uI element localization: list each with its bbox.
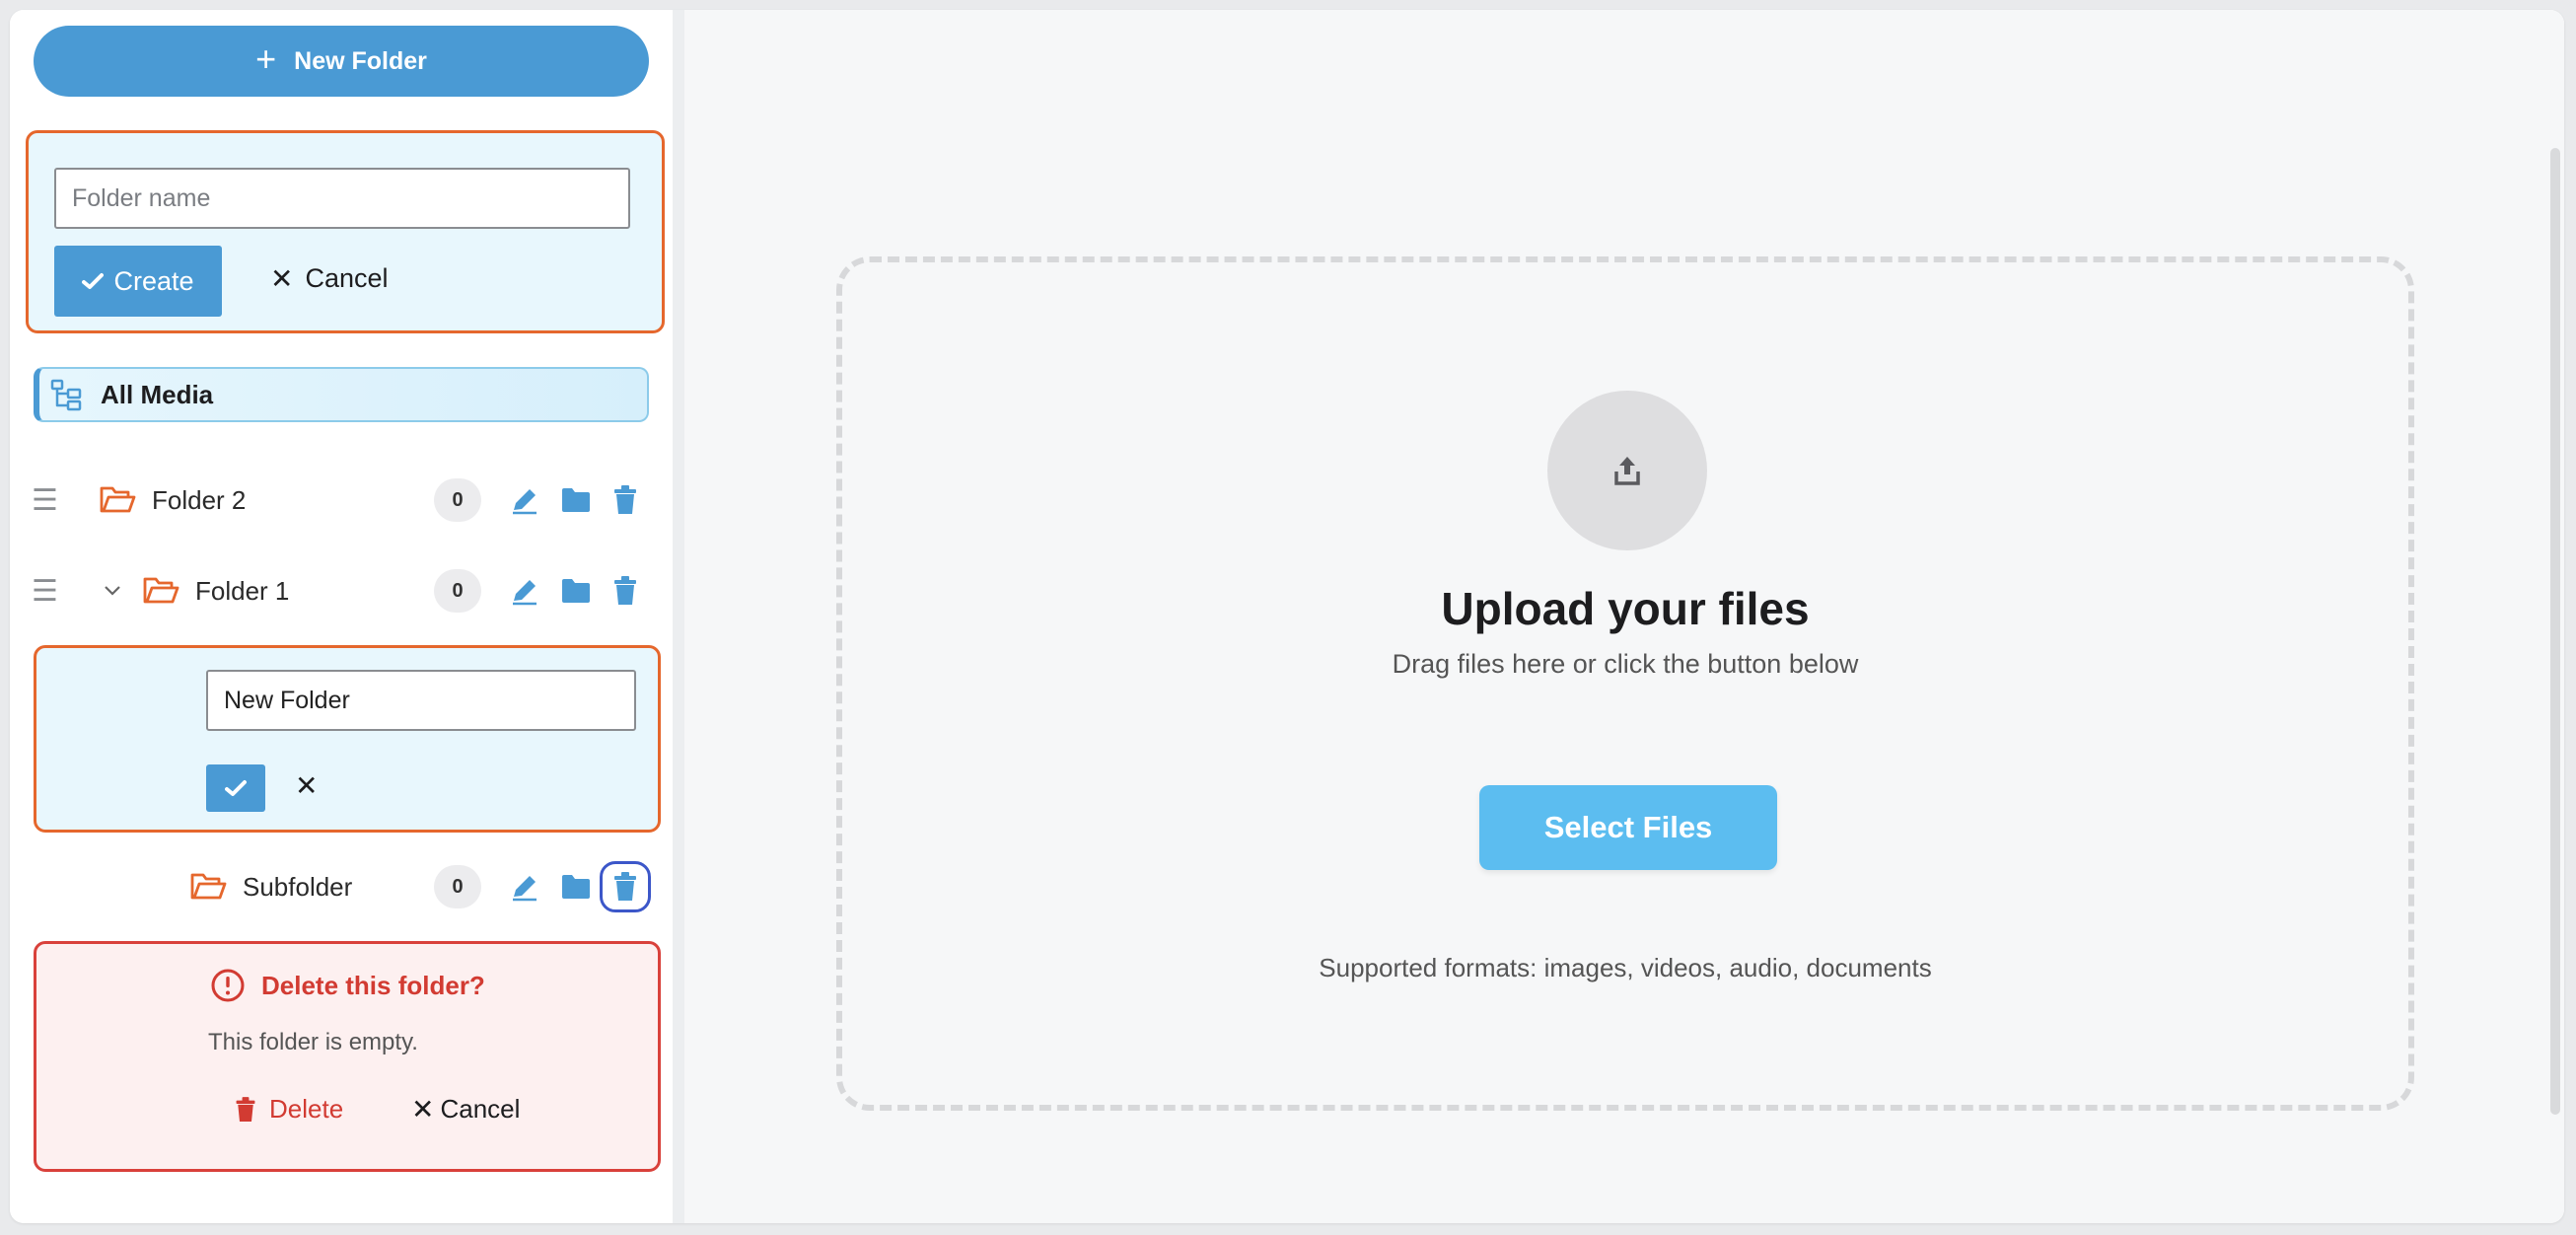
create-button[interactable]: Create xyxy=(54,246,222,317)
media-manager-window: + New Folder Create ✕ Cancel xyxy=(10,10,2564,1223)
file-dropzone[interactable]: Upload your files Drag files here or cli… xyxy=(836,256,2414,1111)
folder-name: Folder 1 xyxy=(195,575,290,606)
check-icon xyxy=(82,273,105,289)
upload-area: Upload your files Drag files here or cli… xyxy=(684,10,2564,1223)
check-icon xyxy=(225,780,247,796)
close-icon: ✕ xyxy=(411,1093,435,1125)
folder-icon[interactable] xyxy=(558,573,594,609)
tree-icon xyxy=(50,379,82,411)
pencil-icon[interactable] xyxy=(507,573,542,609)
folder-name: Folder 2 xyxy=(152,484,247,515)
folder-row[interactable]: ☰ Folder 1 0 xyxy=(10,561,673,620)
delete-confirm-title: Delete this folder? xyxy=(210,968,485,1003)
panel-divider[interactable] xyxy=(673,10,684,1223)
upload-icon xyxy=(1547,391,1707,550)
delete-message: This folder is empty. xyxy=(208,1029,418,1055)
cancel-delete-label: Cancel xyxy=(440,1094,521,1124)
item-count-badge: 0 xyxy=(434,865,481,908)
create-button-label: Create xyxy=(113,265,194,296)
folder-sidebar: + New Folder Create ✕ Cancel xyxy=(10,10,673,1223)
upload-subtitle: Drag files here or click the button belo… xyxy=(1392,649,1859,679)
folder-open-icon xyxy=(100,486,136,513)
close-icon: ✕ xyxy=(295,770,319,801)
create-folder-panel: Create ✕ Cancel xyxy=(26,130,665,333)
all-media-item[interactable]: All Media xyxy=(34,367,649,422)
scrollbar[interactable] xyxy=(2550,148,2560,1115)
folder-name-input[interactable] xyxy=(54,168,630,229)
new-folder-button-label: New Folder xyxy=(294,46,427,75)
pencil-icon[interactable] xyxy=(507,482,542,518)
item-count-badge: 0 xyxy=(434,569,481,613)
drag-handle-icon[interactable]: ☰ xyxy=(32,483,58,518)
pencil-icon[interactable] xyxy=(507,869,542,905)
subfolder-row[interactable]: Subfolder 0 xyxy=(10,857,673,916)
trash-icon[interactable] xyxy=(608,482,643,518)
delete-button-label: Delete xyxy=(269,1094,344,1124)
folder-name: Subfolder xyxy=(243,871,353,902)
close-icon: ✕ xyxy=(270,262,294,294)
item-count-badge: 0 xyxy=(434,478,481,522)
delete-title-text: Delete this folder? xyxy=(261,970,485,1000)
folder-open-icon xyxy=(190,873,227,900)
select-files-button[interactable]: Select Files xyxy=(1479,785,1777,870)
alert-circle-icon xyxy=(211,969,245,1002)
plus-icon: + xyxy=(255,38,277,79)
confirm-subfolder-button[interactable] xyxy=(206,764,265,812)
cancel-subfolder-button[interactable]: ✕ xyxy=(295,772,318,800)
supported-formats-text: Supported formats: images, videos, audio… xyxy=(1319,953,1932,982)
chevron-down-icon[interactable] xyxy=(103,578,122,604)
trash-icon xyxy=(236,1096,255,1122)
cancel-delete-button[interactable]: ✕ Cancel xyxy=(411,1094,520,1125)
create-subfolder-panel: ✕ xyxy=(34,645,661,833)
folder-row[interactable]: ☰ Folder 2 0 xyxy=(10,471,673,530)
cancel-create-label: Cancel xyxy=(305,263,389,293)
folder-icon[interactable] xyxy=(558,869,594,905)
cancel-create-button[interactable]: ✕ Cancel xyxy=(270,263,389,294)
trash-icon[interactable] xyxy=(600,861,651,912)
folder-open-icon xyxy=(143,577,179,604)
new-folder-button[interactable]: + New Folder xyxy=(34,26,649,97)
trash-icon[interactable] xyxy=(608,573,643,609)
confirm-delete-button[interactable]: Delete xyxy=(234,1094,343,1125)
subfolder-name-input[interactable] xyxy=(206,670,636,731)
folder-icon[interactable] xyxy=(558,482,594,518)
all-media-label: All Media xyxy=(101,379,214,409)
upload-title: Upload your files xyxy=(1441,583,1810,634)
delete-confirm-panel: Delete this folder? This folder is empty… xyxy=(34,941,661,1172)
drag-handle-icon[interactable]: ☰ xyxy=(32,574,58,609)
